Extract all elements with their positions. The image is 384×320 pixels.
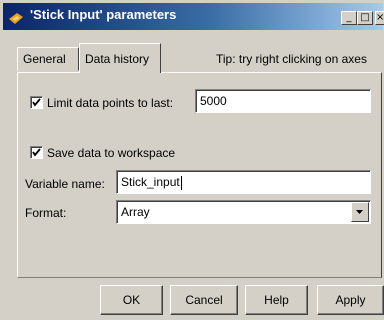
limit-data-input[interactable]: 5000 <box>195 89 371 113</box>
tip-text: Tip: try right clicking on axes <box>216 52 367 66</box>
save-workspace-label: Save data to workspace <box>47 146 176 160</box>
tab-data-history[interactable]: Data history <box>79 43 161 73</box>
dropdown-button[interactable] <box>351 202 369 222</box>
close-button[interactable]: × <box>375 11 384 25</box>
limit-data-checkbox[interactable] <box>30 96 43 109</box>
apply-button[interactable]: Apply <box>317 285 384 315</box>
tab-general[interactable]: General <box>17 47 79 71</box>
simulink-block-icon <box>9 13 23 24</box>
format-select[interactable]: Array <box>116 200 371 224</box>
checkmark-icon <box>32 148 41 157</box>
checkmark-icon <box>32 98 41 107</box>
variable-name-label: Variable name: <box>25 177 105 191</box>
maximize-button[interactable]: □ <box>357 11 373 25</box>
format-selected-value: Array <box>121 205 150 219</box>
variable-name-value: Stick_input <box>121 175 180 189</box>
text-caret <box>180 175 182 190</box>
ok-button[interactable]: OK <box>100 285 163 315</box>
limit-data-label: Limit data points to last: <box>47 96 174 110</box>
variable-name-input[interactable]: Stick_input <box>116 170 371 194</box>
chevron-down-icon <box>356 210 363 214</box>
save-workspace-checkbox[interactable] <box>30 146 43 159</box>
help-button[interactable]: Help <box>245 285 308 315</box>
format-label: Format: <box>25 206 67 220</box>
minimize-button[interactable]: _ <box>341 11 357 25</box>
window-title: 'Stick Input' parameters <box>30 7 177 22</box>
cancel-button[interactable]: Cancel <box>170 285 238 315</box>
